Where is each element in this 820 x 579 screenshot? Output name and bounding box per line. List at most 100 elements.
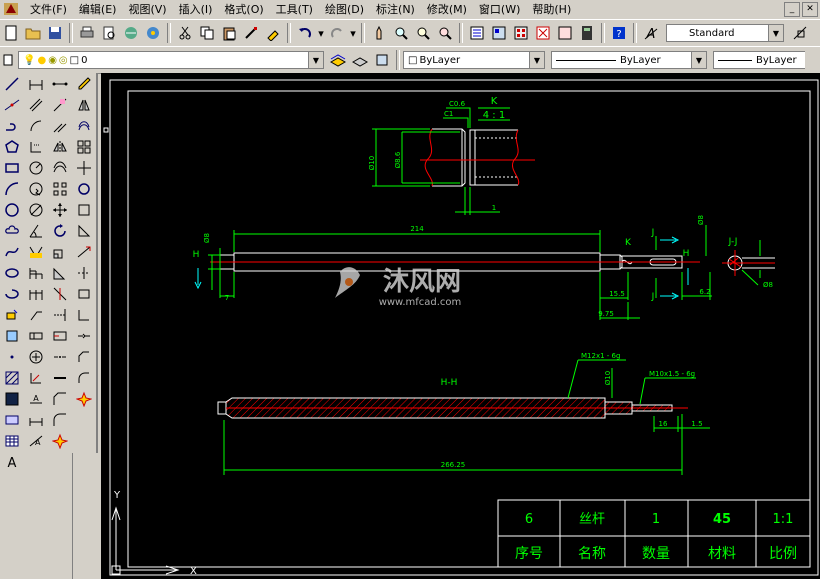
menu-edit[interactable]: 编辑(E) — [73, 1, 123, 17]
menu-dimension[interactable]: 标注(N) — [370, 1, 421, 17]
undo-dropdown-icon[interactable]: ▾ — [317, 23, 325, 43]
quick-leader-icon[interactable] — [26, 305, 46, 324]
ellipse-arc-icon[interactable] — [2, 284, 22, 303]
break-at-point-icon[interactable] — [50, 326, 70, 345]
pan-icon[interactable] — [369, 23, 389, 43]
minimize-icon[interactable]: _ — [784, 1, 800, 17]
offset-icon[interactable] — [50, 158, 70, 177]
tool-palettes-icon[interactable] — [511, 23, 531, 43]
menu-draw[interactable]: 绘图(D) — [319, 1, 370, 17]
extend-object-icon[interactable] — [74, 284, 94, 303]
print-icon[interactable] — [77, 23, 97, 43]
extend-icon[interactable] — [50, 305, 70, 324]
circle-icon[interactable] — [2, 200, 22, 219]
fillet-object-icon[interactable] — [74, 368, 94, 387]
save-icon[interactable] — [45, 23, 65, 43]
chamfer-object-icon[interactable] — [74, 347, 94, 366]
chevron-down-icon[interactable]: ▼ — [529, 52, 544, 68]
scale-object-icon[interactable] — [74, 200, 94, 219]
construction-line-icon[interactable] — [2, 95, 22, 114]
layer-select[interactable]: 💡 ● ◉ ◎ □ 0 ▼ — [18, 51, 324, 69]
print-preview-icon[interactable] — [99, 23, 119, 43]
plot-icon[interactable] — [143, 23, 163, 43]
new-file-icon[interactable] — [1, 23, 21, 43]
properties-icon[interactable] — [467, 23, 487, 43]
explode-object-icon[interactable] — [74, 389, 94, 408]
menu-modify[interactable]: 修改(M) — [421, 1, 473, 17]
zoom-realtime-icon[interactable] — [391, 23, 411, 43]
continue-dimension-icon[interactable] — [26, 284, 46, 303]
linear-dimension-icon[interactable] — [26, 74, 46, 93]
redo-icon[interactable] — [327, 23, 347, 43]
polyline-icon[interactable] — [2, 116, 22, 135]
menu-insert[interactable]: 插入(I) — [173, 1, 219, 17]
mirror-object-icon[interactable] — [74, 95, 94, 114]
array-icon[interactable] — [50, 179, 70, 198]
menu-view[interactable]: 视图(V) — [122, 1, 172, 17]
menu-window[interactable]: 窗口(W) — [473, 1, 526, 17]
ordinate-dimension-icon[interactable] — [26, 137, 46, 156]
rotate-icon[interactable] — [50, 221, 70, 240]
color-select[interactable]: □ ByLayer ▼ — [403, 51, 545, 69]
drawing-canvas[interactable]: K 4 : 1 C0.6 C1 Ø10 Ø8.6 1 214 Ø8 7 15.5… — [101, 73, 820, 579]
gradient-icon[interactable] — [2, 389, 22, 408]
move-icon[interactable] — [50, 200, 70, 219]
move-object-icon[interactable] — [74, 158, 94, 177]
jogged-dimension-icon[interactable] — [26, 179, 46, 198]
join-object-icon[interactable] — [74, 326, 94, 345]
polygon-icon[interactable] — [2, 137, 22, 156]
chevron-down-icon[interactable]: ▼ — [308, 52, 323, 68]
layer-properties-icon[interactable] — [1, 50, 15, 70]
text-style-select[interactable]: Standard ▼ — [666, 24, 784, 42]
break-object-icon[interactable] — [74, 305, 94, 324]
dimension-style-manager-icon[interactable]: A — [26, 431, 46, 450]
arc-length-icon[interactable] — [26, 116, 46, 135]
ellipse-icon[interactable] — [2, 263, 22, 282]
join-icon[interactable] — [50, 368, 70, 387]
erase-icon[interactable] — [50, 95, 70, 114]
spline-icon[interactable] — [2, 242, 22, 261]
chamfer-icon[interactable] — [50, 389, 70, 408]
center-mark-icon[interactable] — [26, 347, 46, 366]
mirror-icon[interactable] — [50, 137, 70, 156]
text-style-icon[interactable]: A — [641, 23, 661, 43]
aligned-dimension-icon[interactable] — [26, 95, 46, 114]
arc-icon[interactable] — [2, 179, 22, 198]
layer-states-icon[interactable] — [372, 50, 392, 70]
lineweight-select[interactable]: ByLayer — [713, 51, 805, 69]
undo-icon[interactable] — [295, 23, 315, 43]
help-icon[interactable]: ? — [609, 23, 629, 43]
rotate-object-icon[interactable] — [74, 179, 94, 198]
cut-icon[interactable] — [175, 23, 195, 43]
sheet-set-icon[interactable] — [533, 23, 553, 43]
block-editor-icon[interactable] — [263, 23, 283, 43]
chevron-down-icon[interactable]: ▼ — [691, 52, 706, 68]
baseline-dimension-icon[interactable] — [26, 263, 46, 282]
array-object-icon[interactable] — [74, 137, 94, 156]
menu-tools[interactable]: 工具(T) — [270, 1, 319, 17]
line-icon[interactable] — [2, 74, 22, 93]
markup-icon[interactable] — [555, 23, 575, 43]
trim-object-icon[interactable] — [74, 263, 94, 282]
scale-icon[interactable] — [50, 242, 70, 261]
break-icon[interactable] — [50, 347, 70, 366]
open-folder-icon[interactable] — [23, 23, 43, 43]
fillet-icon[interactable] — [50, 410, 70, 429]
revision-cloud-icon[interactable] — [2, 221, 22, 240]
match-properties-icon[interactable] — [241, 23, 261, 43]
redo-dropdown-icon[interactable]: ▾ — [349, 23, 357, 43]
multiline-text-icon[interactable]: A — [2, 452, 22, 471]
copy-icon[interactable] — [197, 23, 217, 43]
dist-icon[interactable] — [50, 74, 70, 93]
publish-icon[interactable] — [121, 23, 141, 43]
zoom-window-icon[interactable] — [413, 23, 433, 43]
make-block-icon[interactable] — [2, 326, 22, 345]
close-icon[interactable]: ✕ — [802, 1, 818, 17]
diameter-dimension-icon[interactable] — [26, 200, 46, 219]
stretch-icon[interactable] — [50, 263, 70, 282]
offset-object-icon[interactable] — [74, 116, 94, 135]
quick-dimension-icon[interactable] — [26, 242, 46, 261]
trim-icon[interactable] — [50, 284, 70, 303]
region-icon[interactable] — [2, 410, 22, 429]
zoom-previous-icon[interactable] — [435, 23, 455, 43]
